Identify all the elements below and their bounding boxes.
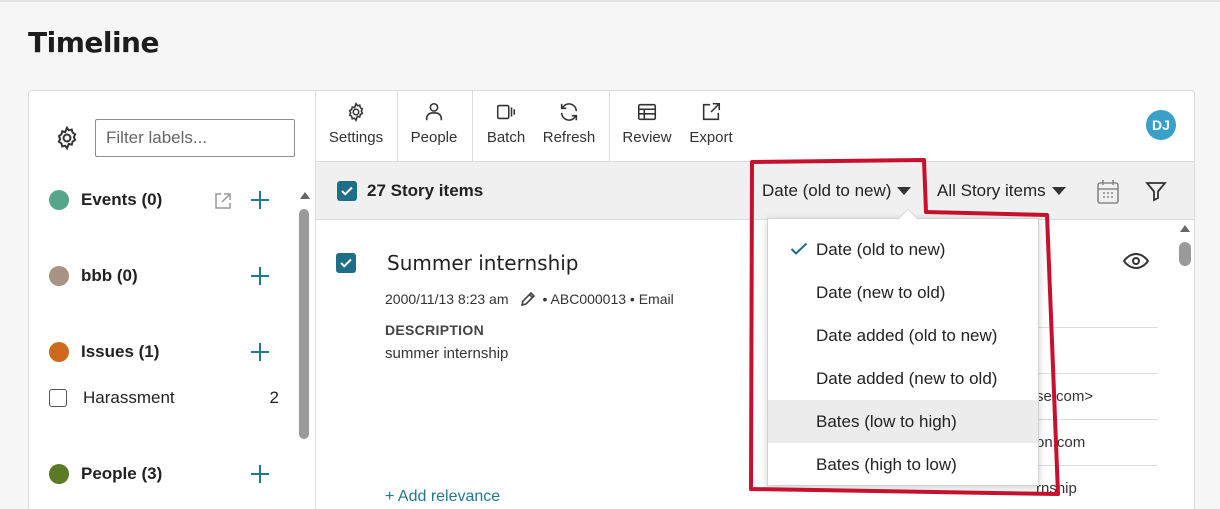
harassment-checkbox[interactable] [49, 389, 67, 407]
scroll-up-arrow[interactable] [1180, 225, 1190, 232]
label-item-count: 2 [269, 388, 279, 407]
people-label: People [410, 129, 458, 146]
timeline-main-panel: Settings People Batch Refresh Review Exp… [315, 90, 1195, 509]
story-filter-dropdown[interactable]: All Story items [937, 181, 1066, 201]
add-issues-label-button[interactable] [250, 342, 270, 362]
sort-options-menu: Date (old to new) Date (new to old) Date… [767, 218, 1039, 486]
batch-icon [496, 104, 516, 120]
label-color-dot [49, 190, 69, 210]
label-group-name: Issues (1) [81, 342, 160, 361]
export-icon [702, 102, 721, 121]
eye-icon[interactable] [1122, 249, 1150, 273]
check-icon [790, 242, 808, 255]
description-text: summer internship [385, 345, 509, 362]
external-link-icon[interactable] [213, 191, 233, 211]
label-color-dot [49, 464, 69, 484]
refresh-button[interactable]: Refresh [542, 91, 596, 161]
filter-funnel-icon[interactable] [1144, 179, 1168, 203]
caret-down-icon [1051, 187, 1066, 195]
toolbar-divider [609, 91, 610, 161]
settings-label: Settings [328, 129, 384, 146]
label-group-events[interactable]: Events (0) [49, 186, 162, 214]
batch-button[interactable]: Batch [484, 91, 528, 161]
person-icon [425, 102, 443, 121]
export-label: Export [689, 129, 733, 146]
label-group-name: bbb (0) [81, 266, 138, 285]
story-item-meta: 2000/11/13 8:23 am • ABC000013 • Email [385, 290, 674, 308]
filter-labels-input[interactable] [95, 119, 295, 157]
add-relevance-link[interactable]: + Add relevance [385, 488, 500, 506]
story-item-title[interactable]: Summer internship [387, 251, 579, 275]
toolbar-divider [397, 91, 398, 161]
sort-option-label: Date (new to old) [816, 282, 946, 302]
settings-button[interactable]: Settings [328, 91, 384, 161]
people-button[interactable]: People [409, 91, 459, 161]
label-item-harassment[interactable]: Harassment 2 [49, 387, 279, 409]
add-bbb-label-button[interactable] [250, 266, 270, 286]
calendar-icon[interactable] [1096, 179, 1120, 205]
gear-icon [348, 102, 364, 122]
sort-option-bates-low-to-high[interactable]: Bates (low to high) [768, 400, 1038, 443]
sort-option-label: Bates (low to high) [816, 411, 957, 431]
label-group-people[interactable]: People (3) [49, 460, 162, 488]
story-items-count: 27 Story items [367, 181, 484, 200]
gear-icon[interactable] [54, 125, 80, 151]
toolbar: Settings People Batch Refresh Review Exp… [316, 91, 1194, 161]
review-table-icon [637, 103, 657, 121]
pencil-icon[interactable] [519, 290, 537, 308]
export-button[interactable]: Export [686, 91, 736, 161]
story-item-source: • ABC000013 • Email [542, 291, 674, 307]
sort-option-label: Date added (old to new) [816, 325, 998, 345]
checkmark-icon [341, 186, 353, 196]
checkmark-icon [340, 258, 352, 268]
sort-option-date-old-to-new[interactable]: Date (old to new) [768, 228, 1038, 271]
story-list-bar: 27 Story items Date (old to new) All Sto… [316, 161, 1194, 220]
description-label: DESCRIPTION [385, 322, 484, 338]
review-label: Review [622, 129, 672, 146]
label-group-issues[interactable]: Issues (1) [49, 338, 159, 366]
caret-down-icon [897, 187, 912, 195]
select-all-checkbox[interactable] [337, 181, 357, 201]
filter-selected-value: All Story items [937, 181, 1046, 200]
scroll-up-arrow[interactable] [300, 192, 310, 199]
top-divider [0, 0, 1220, 2]
refresh-icon [560, 103, 578, 121]
batch-label: Batch [486, 129, 526, 146]
label-item-name: Harassment [83, 388, 175, 407]
page-title: Timeline [28, 26, 159, 59]
add-people-label-button[interactable] [250, 464, 270, 484]
refresh-label: Refresh [542, 129, 596, 146]
label-group-name: Events (0) [81, 190, 163, 209]
sort-option-date-added-old-to-new[interactable]: Date added (old to new) [768, 314, 1038, 357]
sort-selected-value: Date (old to new) [762, 181, 892, 200]
sort-option-label: Date (old to new) [816, 239, 946, 259]
label-color-dot [49, 342, 69, 362]
story-item-timestamp: 2000/11/13 8:23 am [385, 291, 509, 307]
user-avatar[interactable]: DJ [1146, 110, 1176, 140]
story-scrollbar-thumb[interactable] [1179, 242, 1191, 266]
labels-scrollbar-thumb[interactable] [299, 209, 309, 439]
sort-option-label: Bates (high to low) [816, 454, 957, 474]
label-color-dot [49, 266, 69, 286]
sort-option-bates-high-to-low[interactable]: Bates (high to low) [768, 443, 1038, 486]
label-group-name: People (3) [81, 464, 163, 483]
label-group-bbb[interactable]: bbb (0) [49, 262, 138, 290]
sort-option-date-new-to-old[interactable]: Date (new to old) [768, 271, 1038, 314]
sort-option-label: Date added (new to old) [816, 368, 998, 388]
toolbar-divider [472, 91, 473, 161]
add-events-label-button[interactable] [250, 190, 270, 210]
labels-panel: Events (0) bbb (0) Issues (1) Harassment… [28, 90, 315, 509]
story-item-checkbox[interactable] [336, 253, 356, 273]
sort-dropdown[interactable]: Date (old to new) [762, 181, 912, 201]
review-button[interactable]: Review [622, 91, 672, 161]
sort-option-date-added-new-to-old[interactable]: Date added (new to old) [768, 357, 1038, 400]
